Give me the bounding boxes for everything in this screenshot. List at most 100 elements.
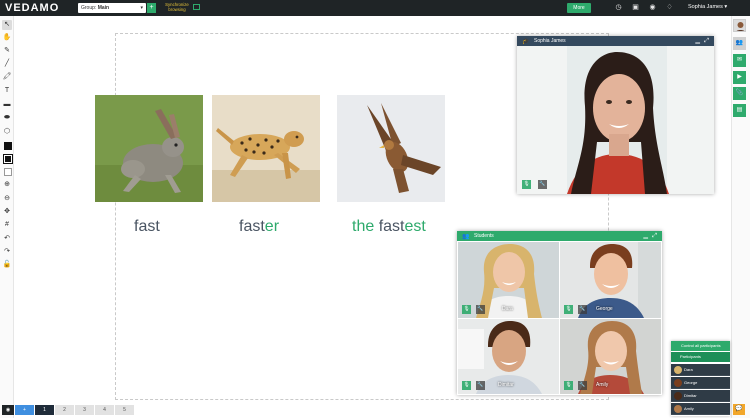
user-avatar[interactable] (733, 19, 746, 32)
add-page-button[interactable]: + (15, 405, 34, 415)
minimize-icon[interactable]: ▁ (643, 231, 648, 241)
control-all-participants-button[interactable]: Control all participants (671, 341, 730, 351)
highlighter-tool-icon[interactable]: 🖍 (2, 72, 12, 82)
expand-icon[interactable]: ⤢ (652, 231, 657, 241)
participants-header-label: Participants (680, 354, 701, 359)
group-icon: 👥 (462, 234, 470, 240)
line-width-swatch[interactable] (4, 168, 12, 176)
chevron-down-icon: ▾ (724, 4, 728, 10)
student-tile[interactable]: 🎙 🔧 Amily (560, 319, 661, 394)
word-faster[interactable]: faster (239, 218, 279, 236)
avatar (674, 405, 682, 413)
bell-icon[interactable]: ♢ (665, 3, 674, 12)
wrench-icon[interactable]: 🔧 (476, 305, 485, 314)
eagle-image[interactable] (337, 95, 445, 202)
student-name: George (596, 306, 613, 312)
wrench-icon[interactable]: 🔧 (578, 305, 587, 314)
undo-icon[interactable]: ↶ (2, 234, 12, 244)
play-icon[interactable]: ▶ (733, 71, 746, 84)
word-base: fast (378, 218, 405, 235)
page-tab[interactable]: 4 (95, 405, 114, 415)
chat-icon[interactable]: ✉ (733, 54, 746, 67)
cheetah-image[interactable] (212, 95, 320, 202)
students-video-title: Students (474, 233, 494, 239)
expand-icon[interactable]: ⤢ (704, 36, 709, 46)
avatar (674, 392, 682, 400)
student-tile[interactable]: 🎙 🔧 Dara (458, 242, 559, 318)
redo-icon[interactable]: ↷ (2, 247, 12, 257)
student-video-feed (560, 319, 661, 394)
page-tab[interactable]: 2 (55, 405, 74, 415)
notes-icon[interactable]: ▤ (733, 104, 746, 117)
participant-row[interactable]: Dimitar (671, 390, 730, 402)
move-tool-icon[interactable]: ✥ (2, 207, 12, 217)
participant-row[interactable]: Dara (671, 364, 730, 376)
chat-bubble-icon[interactable]: 💬 (733, 404, 745, 415)
student-name: Dimitar (498, 382, 514, 388)
group-select[interactable]: Group: Main ▾ (78, 3, 146, 13)
teacher-video-header[interactable]: 🎓 Sophia James ▁ ⤢ (517, 36, 714, 46)
student-name: Amily (596, 382, 609, 388)
teacher-video-feed (517, 46, 714, 194)
top-bar: VEDAMO Group: Main ▾ + Synchronize brows… (0, 0, 750, 16)
user-menu[interactable]: Sophia James ▾ (688, 4, 727, 10)
save-icon[interactable]: ▣ (631, 3, 640, 12)
teacher-video-window[interactable]: 🎓 Sophia James ▁ ⤢ 🎙 🔧 (517, 36, 714, 194)
minimize-icon[interactable]: ▁ (695, 36, 700, 46)
page-tab[interactable]: 5 (115, 405, 134, 415)
group-select-label: Group: (81, 5, 97, 11)
stroke-color-swatch[interactable] (4, 142, 12, 150)
participant-name: Amily (684, 406, 694, 411)
zoom-out-icon[interactable]: ⊖ (2, 194, 12, 204)
word-suffix: est (404, 218, 426, 235)
wrench-icon[interactable]: 🔧 (578, 381, 587, 390)
student-name: Dara (502, 306, 513, 312)
page-tab[interactable]: 3 (75, 405, 94, 415)
synchronize-browsing-label[interactable]: Synchronize browsing (163, 2, 191, 12)
eye-icon[interactable]: ◉ (2, 405, 14, 415)
microphone-icon[interactable]: 🎙 (462, 381, 471, 390)
participant-row[interactable]: George (671, 377, 730, 389)
participant-row[interactable]: Amily (671, 403, 730, 415)
student-tile[interactable]: 🎙 🔧 George (560, 242, 661, 318)
control-all-label: Control all participants (681, 343, 721, 348)
wrench-icon[interactable]: 🔧 (538, 180, 547, 189)
participants-panel: Control all participants Participants Da… (671, 341, 730, 416)
participants-toggle-icon[interactable]: 👥 (733, 37, 746, 50)
participant-name: Dimitar (684, 393, 697, 398)
text-tool-icon[interactable]: T (2, 86, 12, 96)
ellipse-tool-icon[interactable]: ⬬ (2, 113, 12, 123)
attachment-icon[interactable]: 📎 (733, 87, 746, 100)
add-group-button[interactable]: + (147, 3, 156, 13)
microphone-icon[interactable]: 🎙 (462, 305, 471, 314)
recording-icon[interactable]: ◉ (648, 3, 657, 12)
word-the-fastest[interactable]: the fastest (352, 218, 426, 236)
student-tile[interactable]: 🎙 🔧 Dimitar (458, 319, 559, 394)
grid-tool-icon[interactable]: # (2, 220, 12, 230)
unlock-icon[interactable]: 🔓 (2, 260, 12, 270)
participants-header[interactable]: Participants (671, 352, 730, 362)
shapes-tool-icon[interactable]: ⬡ (2, 127, 12, 137)
user-name: Sophia James (688, 4, 723, 10)
pen-tool-icon[interactable]: ✎ (2, 46, 12, 56)
rabbit-image[interactable] (95, 95, 203, 202)
word-fast[interactable]: fast (134, 218, 160, 236)
select-tool-icon[interactable]: ↖ (2, 20, 12, 30)
word-prefix: the (352, 218, 379, 235)
clock-icon[interactable]: ◷ (614, 3, 623, 12)
line-tool-icon[interactable]: ╱ (2, 59, 12, 69)
more-button[interactable]: More (567, 3, 591, 13)
pan-tool-icon[interactable]: ✋ (2, 33, 12, 43)
fill-color-swatch[interactable] (3, 154, 13, 164)
microphone-icon[interactable]: 🎙 (564, 305, 573, 314)
microphone-icon[interactable]: 🎙 (564, 381, 573, 390)
students-video-header[interactable]: 👥 Students ▁ ⤢ (457, 231, 662, 241)
zoom-in-icon[interactable]: ⊕ (2, 180, 12, 190)
rectangle-tool-icon[interactable]: ▬ (2, 100, 12, 110)
page-tab[interactable]: 1 (35, 405, 54, 415)
synchronize-browsing-icon[interactable] (193, 4, 200, 10)
students-video-window[interactable]: 👥 Students ▁ ⤢ 🎙 🔧 Dara 🎙 🔧 George 🎙 🔧 D… (457, 231, 662, 395)
microphone-icon[interactable]: 🎙 (522, 180, 531, 189)
avatar (674, 379, 682, 387)
wrench-icon[interactable]: 🔧 (476, 381, 485, 390)
